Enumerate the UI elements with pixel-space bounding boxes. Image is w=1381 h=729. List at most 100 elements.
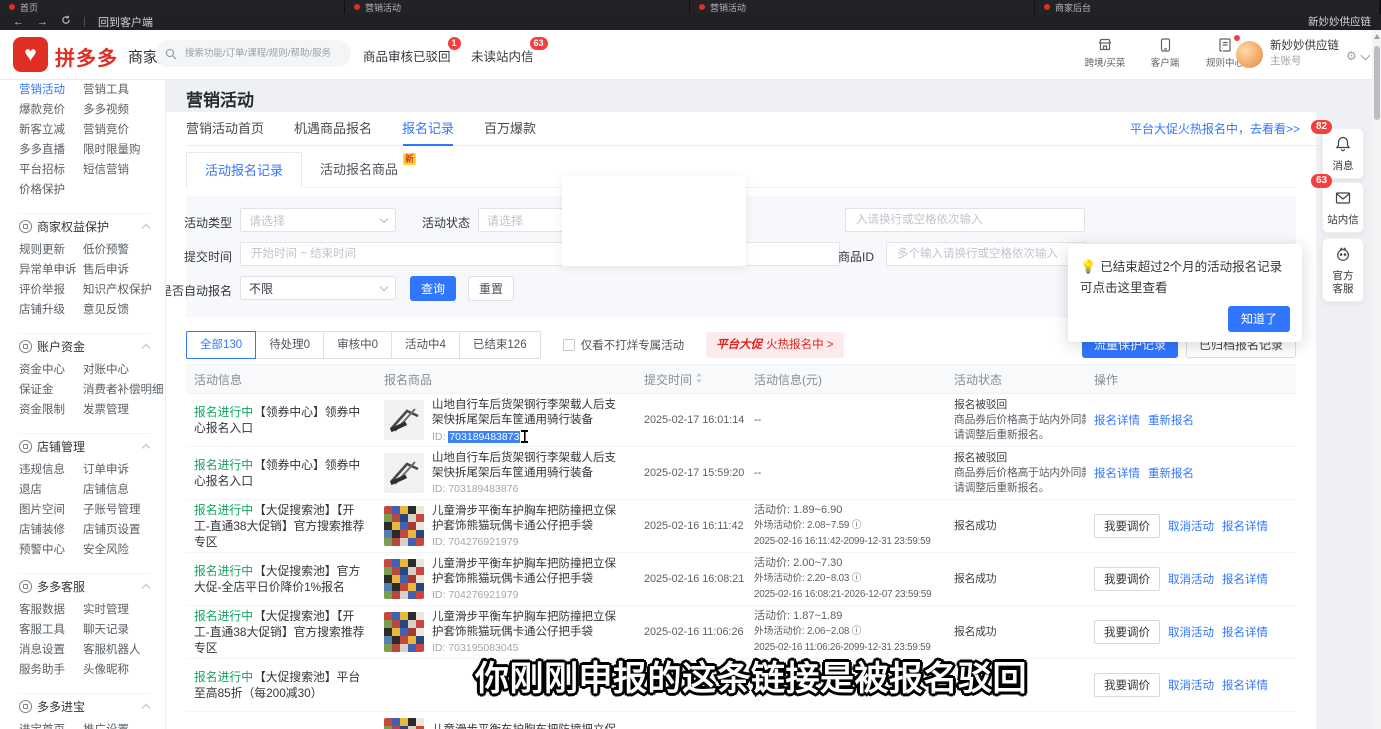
rail-card-站内信[interactable]: 63站内信: [1322, 182, 1364, 233]
scrollbar-thumb[interactable]: [1374, 46, 1380, 120]
promo-banner-link[interactable]: 平台大促火热报名中，去看看>>: [1130, 112, 1300, 146]
scrollbar[interactable]: [1372, 30, 1381, 729]
extra-filter-input[interactable]: [740, 242, 840, 266]
account-avatar[interactable]: [1236, 41, 1263, 68]
sidebar-item[interactable]: 实时管理: [83, 600, 165, 620]
browser-tab[interactable]: 商家后台: [1035, 0, 1379, 14]
sidebar-item[interactable]: 消息设置: [19, 640, 83, 660]
promo-tag[interactable]: 平台大促火热报名中 >: [706, 332, 843, 358]
sidebar-item[interactable]: 价格保护: [19, 180, 83, 200]
browser-tab[interactable]: 首页: [0, 0, 344, 14]
tab-营销活动首页[interactable]: 营销活动首页: [186, 112, 264, 145]
sidebar-item[interactable]: 规则更新: [19, 240, 83, 260]
submit-time-field[interactable]: [249, 247, 606, 261]
activity-id-input[interactable]: [845, 208, 1085, 232]
sidebar-item[interactable]: 多多视频: [83, 100, 165, 120]
sidebar-item[interactable]: 对账中心: [83, 360, 165, 380]
sidebar-item[interactable]: 短信营销: [83, 160, 165, 180]
checkbox-icon[interactable]: [563, 339, 575, 351]
settings-gear-icon[interactable]: ⚙: [1346, 50, 1358, 62]
sidebar-item[interactable]: 新客立减: [19, 120, 83, 140]
sidebar-item[interactable]: 评价举报: [19, 280, 83, 300]
sidebar-item[interactable]: 低价预警: [83, 240, 165, 260]
sidebar-item[interactable]: 售后申诉: [83, 260, 165, 280]
scroll-up-icon[interactable]: [1374, 34, 1380, 39]
sidebar-item[interactable]: 店铺装修: [19, 520, 83, 540]
sidebar-item[interactable]: 平台招标: [19, 160, 83, 180]
tab-机遇商品报名[interactable]: 机遇商品报名: [294, 112, 372, 145]
sidebar-item[interactable]: 发票管理: [83, 400, 165, 420]
tool-客户端[interactable]: 客户端: [1142, 36, 1188, 69]
sidebar-item[interactable]: 营销工具: [83, 80, 165, 100]
action-link[interactable]: 取消活动: [1168, 518, 1214, 534]
sidebar-item[interactable]: 客服机器人: [83, 640, 165, 660]
sidebar-item[interactable]: 消费者补偿明细: [83, 380, 165, 400]
sidebar-item[interactable]: 客服工具: [19, 620, 83, 640]
adjust-price-button[interactable]: 我要调价: [1094, 620, 1160, 644]
sidebar-item[interactable]: 保证金: [19, 380, 83, 400]
browser-tab[interactable]: 营销活动: [345, 0, 689, 14]
action-link[interactable]: 取消活动: [1168, 677, 1214, 693]
browser-tab[interactable]: 营销活动: [690, 0, 1034, 14]
reload-icon[interactable]: [61, 14, 71, 30]
global-search[interactable]: [155, 40, 351, 67]
sidebar-item[interactable]: 子账号管理: [83, 500, 165, 520]
status-chip[interactable]: 已结束126: [459, 331, 541, 359]
action-link[interactable]: 取消活动: [1168, 571, 1214, 587]
sidebar-item[interactable]: 违规信息: [19, 460, 83, 480]
action-link[interactable]: 报名详情: [1222, 571, 1268, 587]
action-link[interactable]: 报名详情: [1094, 465, 1140, 481]
sidebar-item[interactable]: 店铺升级: [19, 300, 83, 320]
goods-id-input[interactable]: [886, 242, 1085, 266]
reset-button[interactable]: 重置: [468, 276, 514, 301]
subtab-活动报名记录[interactable]: 活动报名记录: [186, 152, 302, 188]
sidebar-group-header[interactable]: 多多客服: [19, 573, 151, 593]
rail-card-消息[interactable]: 82消息: [1322, 128, 1364, 179]
adjust-price-button[interactable]: 我要调价: [1094, 567, 1160, 591]
sidebar-item[interactable]: 知识产权保护: [83, 280, 165, 300]
action-link[interactable]: 取消活动: [1168, 624, 1214, 640]
adjust-price-button[interactable]: 我要调价: [1094, 514, 1160, 538]
sidebar-item[interactable]: 预警中心: [19, 540, 83, 560]
sidebar-item[interactable]: 营销活动: [19, 80, 83, 100]
activity-type-select[interactable]: 请选择: [240, 208, 396, 232]
sidebar-item[interactable]: 限时限量购: [83, 140, 165, 160]
tab-百万爆款[interactable]: 百万爆款: [484, 112, 536, 145]
sidebar-group-header[interactable]: 账户资金: [19, 333, 151, 353]
sidebar-item[interactable]: 进宝首页: [19, 720, 83, 729]
sidebar-item[interactable]: 图片空间: [19, 500, 83, 520]
back-icon[interactable]: ←: [13, 14, 24, 30]
sidebar-item[interactable]: 客服数据: [19, 600, 83, 620]
rail-card-官方客服[interactable]: 官方客服: [1322, 238, 1364, 302]
adjust-price-button[interactable]: 我要调价: [1094, 673, 1160, 697]
pdd-logo[interactable]: ♥: [13, 37, 48, 72]
review-rejected-link[interactable]: 商品审核已驳回 1: [363, 46, 451, 65]
submit-time-range-input[interactable]: [240, 242, 615, 266]
sidebar-item[interactable]: 店铺页设置: [83, 520, 165, 540]
search-input[interactable]: [183, 47, 341, 60]
goods-id-field[interactable]: [895, 247, 1076, 261]
sidebar-item[interactable]: 店铺信息: [83, 480, 165, 500]
back-to-client-link[interactable]: 回到客户端: [98, 14, 153, 30]
filter-checkbox[interactable]: 仅看不打烊专属活动: [563, 337, 685, 353]
sidebar-item[interactable]: 服务助手: [19, 660, 83, 680]
sidebar-item[interactable]: 退店: [19, 480, 83, 500]
sidebar-item[interactable]: 多多直播: [19, 140, 83, 160]
sidebar-item[interactable]: 资金中心: [19, 360, 83, 380]
sidebar-item[interactable]: 异常单申诉: [19, 260, 83, 280]
forward-icon[interactable]: →: [37, 14, 48, 30]
action-link[interactable]: 重新报名: [1148, 412, 1194, 428]
auto-signup-select[interactable]: 不限: [240, 276, 396, 300]
subtab-活动报名商品[interactable]: 活动报名商品新: [302, 152, 416, 188]
action-link[interactable]: 报名详情: [1094, 412, 1140, 428]
unread-mail-link[interactable]: 未读站内信 63: [471, 46, 534, 65]
sidebar-item[interactable]: 意见反馈: [83, 300, 165, 320]
sort-icon[interactable]: [695, 372, 703, 387]
status-chip[interactable]: 待处理0: [255, 331, 324, 359]
tab-报名记录[interactable]: 报名记录: [402, 112, 454, 145]
sidebar-group-header[interactable]: 多多进宝: [19, 693, 151, 713]
sidebar-item[interactable]: 资金限制: [19, 400, 83, 420]
account-chevron-icon[interactable]: [1361, 51, 1371, 61]
status-chip[interactable]: 审核中0: [323, 331, 392, 359]
sidebar-item[interactable]: 头像昵称: [83, 660, 165, 680]
